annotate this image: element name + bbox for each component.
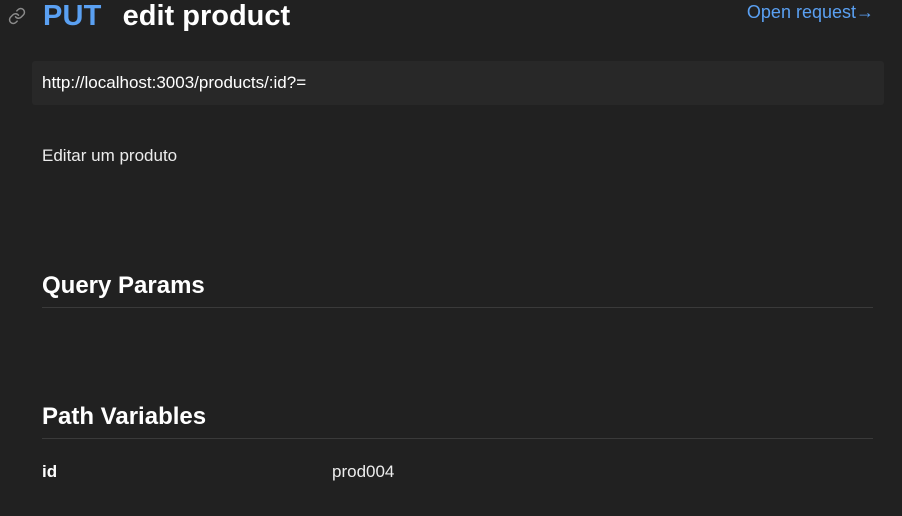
request-description: Editar um produto	[42, 146, 178, 165]
path-variable-value: prod004	[332, 462, 395, 481]
path-variables-heading: Path Variables	[42, 403, 207, 430]
query-params-divider	[42, 307, 873, 308]
request-url-text: http://localhost:3003/products/:id?=	[42, 73, 307, 92]
query-params-heading: Query Params	[42, 272, 205, 299]
request-title: PUT edit product	[43, 0, 290, 34]
request-name: edit product	[122, 0, 291, 32]
path-variable-key: id	[42, 462, 58, 481]
path-variables-divider	[42, 438, 873, 439]
link-icon[interactable]	[8, 7, 26, 25]
request-documentation-page: PUT edit product Open request→ http://lo…	[0, 0, 902, 516]
open-request-link[interactable]: Open request→	[747, 2, 874, 23]
request-url-field[interactable]: http://localhost:3003/products/:id?=	[32, 61, 884, 105]
http-method-label: PUT	[43, 0, 102, 32]
